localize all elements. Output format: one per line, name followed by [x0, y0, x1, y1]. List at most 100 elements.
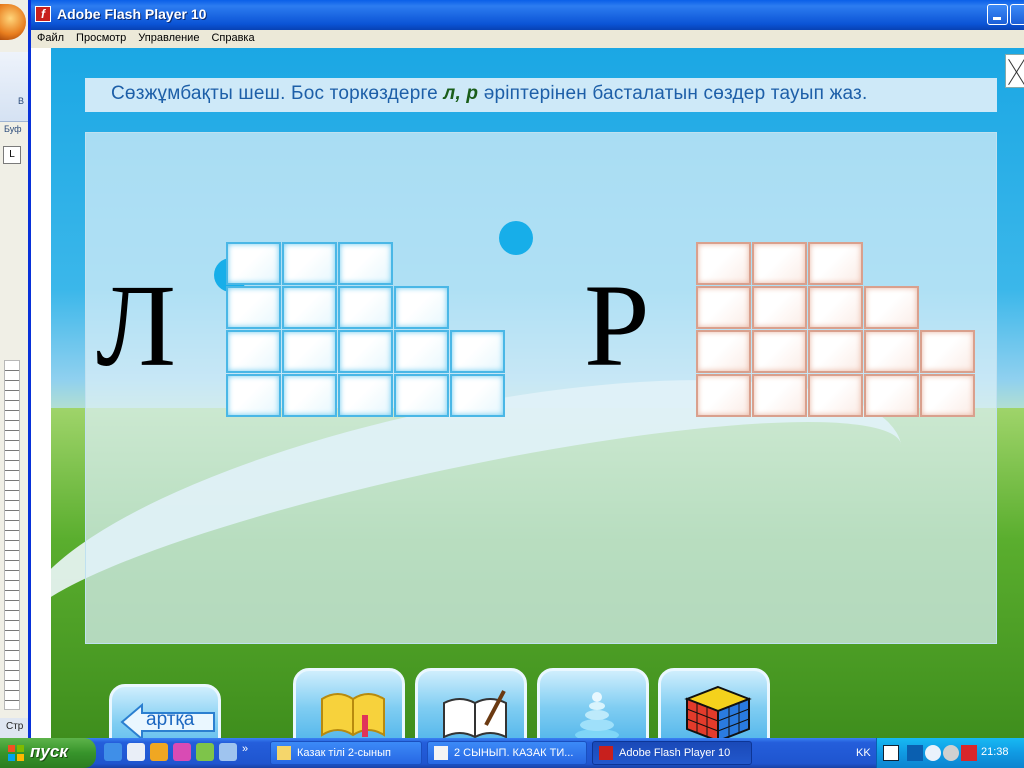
instruction-text-start: Сөзжұмбақты шеш. Бос торкөздерге	[111, 83, 444, 104]
crossword-cell[interactable]	[696, 242, 751, 285]
windows-flag-icon	[8, 745, 24, 761]
crossword-cell[interactable]	[450, 374, 505, 417]
crossword-cell[interactable]	[394, 286, 449, 329]
crossword-cell[interactable]	[920, 374, 975, 417]
menu-control[interactable]: Управление	[132, 30, 205, 44]
minimize-button[interactable]	[987, 4, 1008, 25]
title-bar[interactable]: f Adobe Flash Player 10	[31, 0, 1024, 30]
letter-r-heading: Р	[584, 260, 650, 391]
crossword-cell[interactable]	[752, 286, 807, 329]
writing-button[interactable]	[415, 668, 527, 738]
crossword-cell[interactable]	[864, 330, 919, 373]
instruction-text-end: әріптерінен басталатын сөздер тауып жаз.	[478, 83, 868, 104]
crossword-cell[interactable]	[696, 374, 751, 417]
network-icon[interactable]	[219, 743, 237, 761]
taskbar: пуск » Казак тілі 2-сынып 2 СЫНЫП. КАЗАК…	[0, 738, 1024, 768]
decorative-dot	[499, 221, 533, 255]
crossword-cell[interactable]	[808, 286, 863, 329]
back-button-label: артқа	[146, 709, 195, 730]
crossword-cell[interactable]	[338, 330, 393, 373]
reading-button[interactable]	[293, 668, 405, 738]
back-button[interactable]: артқа	[109, 684, 221, 738]
quick-launch: »	[104, 743, 253, 763]
instruction-highlight-letters: л, р	[443, 83, 479, 104]
notebook-pen-icon	[443, 690, 507, 738]
crossword-cell[interactable]	[282, 242, 337, 285]
arrow-icon[interactable]	[907, 745, 923, 761]
crossword-cell[interactable]	[226, 286, 281, 329]
crossword-cell[interactable]	[282, 330, 337, 373]
crossword-cell[interactable]	[696, 330, 751, 373]
crossword-cell[interactable]	[226, 374, 281, 417]
clock: 21:38	[981, 746, 1009, 758]
close-activity-button[interactable]	[1005, 54, 1024, 88]
menu-help[interactable]: Справка	[205, 30, 260, 44]
book-icon	[321, 693, 385, 737]
vertical-ruler	[4, 360, 20, 710]
stack-button[interactable]	[537, 668, 649, 738]
crossword-cell[interactable]	[394, 330, 449, 373]
flash-app-icon: f	[35, 6, 51, 22]
color-icon[interactable]	[196, 743, 214, 761]
menu-bar: Файл Просмотр Управление Справка	[31, 30, 1024, 48]
folder-icon	[277, 746, 291, 760]
crossword-cell[interactable]	[696, 286, 751, 329]
crossword-cell[interactable]	[808, 330, 863, 373]
crossword-cell[interactable]	[808, 242, 863, 285]
crossword-cell[interactable]	[394, 374, 449, 417]
crossword-cell[interactable]	[282, 374, 337, 417]
start-button[interactable]: пуск	[0, 738, 96, 768]
ie-icon[interactable]	[104, 743, 122, 761]
ribbon-text: В	[18, 96, 25, 106]
word-doc-icon	[434, 746, 448, 760]
crossword-cell[interactable]	[450, 330, 505, 373]
background-word-window: В Буф L Стр	[0, 0, 30, 738]
task-label: Казак тілі 2-сынып	[297, 747, 391, 759]
office-button-icon[interactable]	[0, 4, 26, 40]
antivirus-icon[interactable]	[961, 745, 977, 761]
crossword-cell[interactable]	[864, 286, 919, 329]
task-label: Adobe Flash Player 10	[619, 747, 731, 759]
task-flash-player[interactable]: Adobe Flash Player 10	[592, 741, 752, 765]
ribbon-strip	[0, 52, 30, 122]
back-nav-icon[interactable]	[925, 745, 941, 761]
puzzle-button[interactable]	[658, 668, 770, 738]
window-title: Adobe Flash Player 10	[57, 6, 207, 22]
flash-player-window: f Adobe Flash Player 10 Файл Просмотр Упра…	[28, 0, 1024, 738]
crossword-cell[interactable]	[338, 374, 393, 417]
crossword-panel: Л Р	[85, 132, 997, 644]
volume-icon[interactable]	[943, 745, 959, 761]
flash-icon	[599, 746, 613, 760]
crossword-cell[interactable]	[282, 286, 337, 329]
instruction-banner: Сөзжұмбақты шеш. Бос торкөздерге л, р әр…	[85, 78, 997, 112]
quick-launch-more-icon[interactable]: »	[242, 743, 248, 761]
crossword-cell[interactable]	[752, 330, 807, 373]
crossword-cell[interactable]	[752, 374, 807, 417]
media-player-icon[interactable]	[150, 743, 168, 761]
crossword-cell[interactable]	[752, 242, 807, 285]
flash-stage: Сөзжұмбақты шеш. Бос торкөздерге л, р әр…	[51, 48, 1024, 738]
task-folder-kazak-tili[interactable]: Казак тілі 2-сынып	[270, 741, 422, 765]
ribbon-group-label: Буф	[4, 124, 22, 134]
rubiks-cube-icon	[684, 685, 752, 738]
crossword-cell[interactable]	[338, 242, 393, 285]
save-icon[interactable]	[127, 743, 145, 761]
crossword-cell[interactable]	[226, 242, 281, 285]
crossword-cell[interactable]	[920, 330, 975, 373]
crossword-cell[interactable]	[226, 330, 281, 373]
menu-view[interactable]: Просмотр	[70, 30, 132, 44]
crossword-cell[interactable]	[338, 286, 393, 329]
pyramid-icon	[575, 692, 619, 738]
paint-icon[interactable]	[173, 743, 191, 761]
help-icon[interactable]	[883, 745, 899, 761]
tab-stop-button[interactable]: L	[3, 146, 21, 164]
language-indicator[interactable]: KK	[856, 747, 871, 759]
task-word-document[interactable]: 2 СЫНЫП. КАЗАК ТИ...	[427, 741, 587, 765]
start-label: пуск	[30, 742, 68, 761]
maximize-button[interactable]	[1010, 4, 1024, 25]
crossword-cell[interactable]	[808, 374, 863, 417]
crossword-cell[interactable]	[864, 374, 919, 417]
menu-file[interactable]: Файл	[31, 30, 70, 44]
status-bar-text: Стр	[0, 718, 30, 738]
letter-l-heading: Л	[96, 260, 177, 391]
